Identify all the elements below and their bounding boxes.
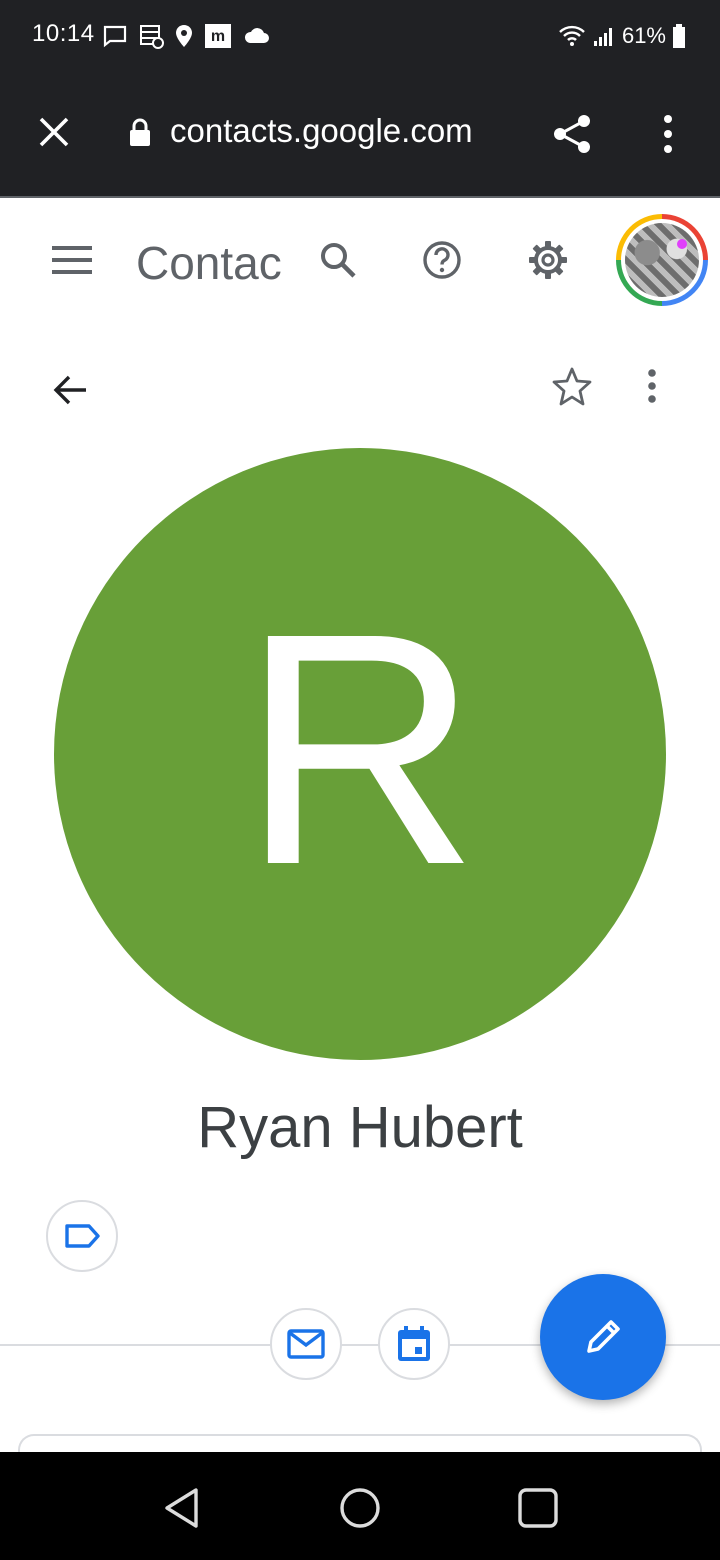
- account-photo: [625, 223, 699, 297]
- url-text[interactable]: contacts.google.com: [170, 112, 473, 150]
- status-system-icons: 61%: [558, 20, 686, 52]
- contact-initial: R: [240, 564, 480, 933]
- email-button[interactable]: [270, 1308, 342, 1380]
- contact-avatar: R: [54, 448, 666, 1060]
- more-vert-icon: [648, 369, 656, 403]
- more-vert-icon: [664, 115, 672, 153]
- calendar-event-icon: [398, 1326, 430, 1361]
- manage-labels-button[interactable]: [46, 1200, 118, 1272]
- nav-home-button[interactable]: [330, 1478, 390, 1538]
- message-icon: [103, 25, 127, 48]
- hamburger-menu-icon: [52, 246, 92, 274]
- back-triangle-icon: [165, 1488, 198, 1528]
- help-button[interactable]: [416, 234, 468, 286]
- status-time: 10:14: [32, 20, 95, 47]
- back-button[interactable]: [44, 364, 96, 416]
- app-title: Contac: [136, 237, 282, 289]
- location-icon: [176, 25, 192, 47]
- battery-percent: 61%: [621, 23, 666, 48]
- account-avatar-border: [621, 219, 703, 301]
- custom-tab-toolbar: contacts.google.com: [0, 72, 720, 196]
- back-arrow-icon: [53, 375, 86, 405]
- battery-icon: [673, 24, 685, 48]
- home-circle-icon: [340, 1488, 380, 1528]
- settings-button[interactable]: [522, 234, 574, 286]
- share-button[interactable]: [546, 108, 598, 160]
- share-icon: [554, 115, 590, 153]
- contact-name: Ryan Hubert: [197, 1095, 523, 1160]
- star-button[interactable]: [546, 360, 598, 412]
- system-nav-bar: [0, 1452, 720, 1560]
- m-app-icon: m: [205, 24, 231, 48]
- schedule-event-button[interactable]: [378, 1308, 450, 1380]
- data-saver-icon: [140, 25, 164, 49]
- account-avatar[interactable]: [616, 214, 708, 306]
- close-tab-button[interactable]: [30, 108, 78, 156]
- nav-recents-button[interactable]: [508, 1478, 568, 1538]
- search-icon: [321, 243, 356, 278]
- nav-back-button[interactable]: [152, 1478, 212, 1538]
- status-bar: 10:14 m 61%: [0, 0, 720, 72]
- status-notification-icons: m: [102, 22, 270, 50]
- label-icon: [65, 1224, 100, 1248]
- cloud-icon: [244, 28, 269, 43]
- recents-square-icon: [518, 1488, 558, 1528]
- app-header: Contac: [0, 198, 720, 320]
- wifi-icon: [559, 25, 585, 46]
- email-icon: [287, 1329, 325, 1359]
- star-outline-icon: [552, 367, 592, 406]
- browser-menu-button[interactable]: [644, 108, 692, 160]
- edit-pencil-icon: [587, 1320, 620, 1353]
- contact-more-button[interactable]: [628, 360, 676, 412]
- search-button[interactable]: [312, 234, 364, 286]
- settings-gear-icon: [529, 241, 567, 279]
- main-menu-button[interactable]: [46, 236, 98, 284]
- edit-contact-fab[interactable]: [540, 1274, 666, 1400]
- account-photo-highlight: [677, 239, 687, 249]
- close-icon: [39, 117, 69, 147]
- svg-text:m: m: [211, 28, 225, 45]
- lock-icon: [130, 118, 150, 146]
- help-icon: [423, 241, 461, 279]
- signal-icon: [593, 28, 612, 46]
